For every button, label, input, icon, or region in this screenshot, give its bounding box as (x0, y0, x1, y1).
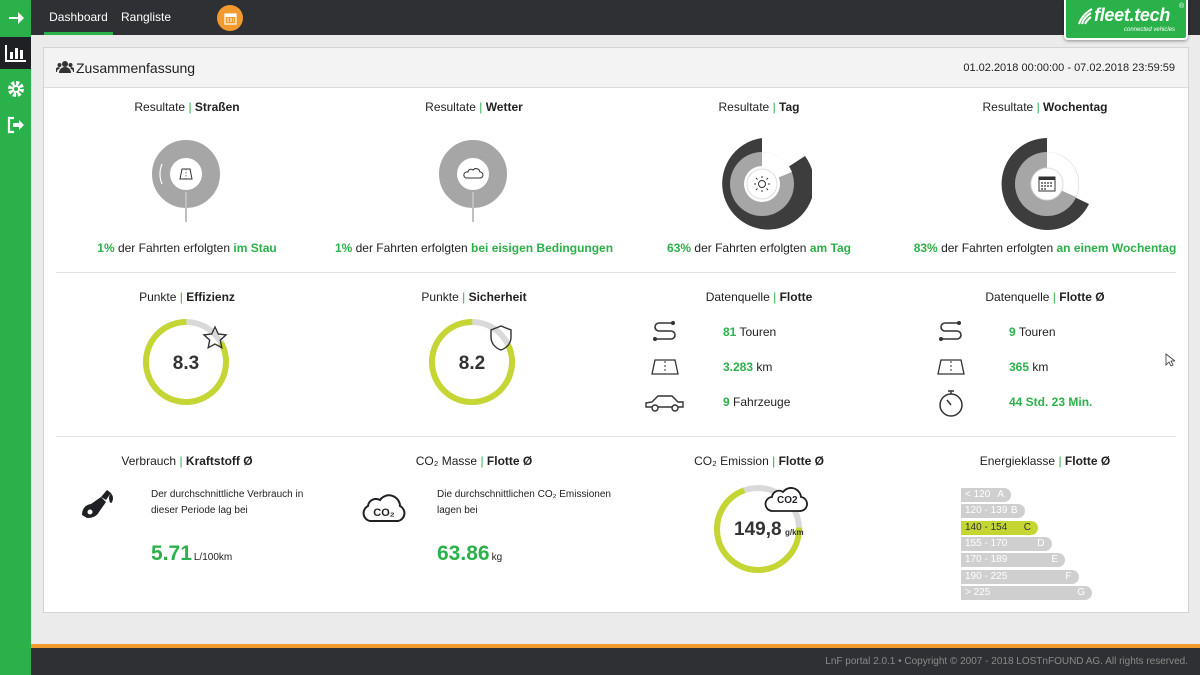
energy-class-b: 120 - 139 B (961, 504, 1025, 519)
energy-class-g: > 225 G (961, 585, 1092, 600)
row-divider (56, 436, 1176, 437)
avg-tours: 9 Touren (1009, 325, 1056, 339)
result-text-wetter: 1% der Fahrten erfolgten bei eisigen Bed… (334, 241, 614, 255)
co2-icon-label: CO2 (777, 495, 798, 506)
sidebar-item-logout[interactable] (0, 109, 31, 141)
road-icon (651, 359, 679, 375)
row-divider (56, 272, 1176, 273)
road-icon (937, 359, 965, 375)
gauge-value-sicherheit: 8.2 (459, 353, 485, 374)
result-text-wochentag: 83% der Fahrten erfolgten an einem Woche… (913, 241, 1177, 255)
fuel-nozzle-icon (82, 490, 113, 518)
card-header: Zusammenfassung 01.02.2018 00:00:00 - 07… (44, 48, 1188, 88)
energy-class-range: 140 - 154 (965, 521, 1008, 533)
widget-title-tag: Resultate | Tag (718, 100, 800, 114)
tab-dashboard[interactable]: Dashboard (44, 0, 113, 35)
stopwatch-icon (939, 390, 963, 417)
users-icon (56, 61, 74, 73)
widget-title-co2-masse: CO₂ Masse | Flotte Ø (415, 454, 533, 468)
energy-class-range: 155 - 170 (965, 537, 1008, 549)
energy-class-letter: B (1010, 505, 1018, 517)
widget-title-datenquelle-avg: Datenquelle | Flotte Ø (985, 290, 1105, 304)
logo-tagline: connected vehicles (1124, 27, 1176, 33)
fleet-tours: 81 Touren (723, 325, 777, 339)
co2-cloud-icon: CO₂ (362, 494, 406, 522)
consumption-description: Der durchschnittliche Verbrauch in diese… (151, 489, 304, 516)
widget-title-energieklasse: Energieklasse | Flotte Ø (979, 454, 1111, 468)
widget-title-wetter: Resultate | Wetter (425, 100, 523, 114)
widget-title-sicherheit: Punkte | Sicherheit (421, 290, 527, 304)
registered-mark: ® (1179, 3, 1185, 10)
star-icon (202, 325, 228, 350)
top-navbar: Dashboard Rangliste (31, 0, 1200, 35)
energy-class-letter: G (1077, 586, 1085, 598)
energy-class-range: 190 - 225 (965, 570, 1008, 582)
summary-card: Zusammenfassung 01.02.2018 00:00:00 - 07… (43, 47, 1189, 613)
sign-out-icon (7, 116, 24, 134)
widget-title-co2-emission: CO₂ Emission | Flotte Ø (694, 454, 824, 468)
donut-tag (722, 137, 812, 230)
energy-class-range: > 225 (965, 586, 991, 598)
energy-class-letter: C (1023, 521, 1031, 533)
gear-icon (7, 81, 24, 97)
gauge-value-effizienz: 8.3 (173, 353, 199, 374)
widget-title-effizienz: Punkte | Effizienz (139, 290, 235, 304)
logo-text: fleet.tech (1094, 5, 1171, 25)
co2-emission-unit: g/km (785, 528, 804, 537)
avg-duration: 44 Std. 23 Min. (1009, 395, 1093, 409)
donut-wochentag (1001, 137, 1094, 230)
donut-strassen (152, 140, 220, 222)
sidebar-item-arrow[interactable] (0, 2, 31, 34)
car-icon (645, 395, 684, 412)
energy-class-range: 120 - 139 (965, 505, 1008, 517)
footer: LnF portal 2.0.1 • Copyright © 2007 - 20… (31, 648, 1200, 675)
energy-class-letter: E (1051, 554, 1058, 566)
fleet-tech-logo: fleet.tech ® connected vehicles (1064, 0, 1188, 40)
energy-class-c: 140 - 154 C (961, 520, 1038, 535)
energy-class-letter: F (1065, 570, 1072, 582)
mouse-cursor (1165, 353, 1177, 372)
fleet-vehicles: 9 Fahrzeuge (723, 395, 791, 409)
sidebar-item-dashboard[interactable] (0, 37, 31, 69)
calendar-icon (223, 12, 237, 25)
energy-class-e: 170 - 189 E (961, 553, 1065, 568)
widget-title-datenquelle: Datenquelle | Flotte (705, 290, 813, 304)
energy-class-letter: D (1037, 537, 1045, 549)
avg-km: 365 km (1009, 360, 1049, 374)
signal-icon (1078, 8, 1093, 25)
energy-class-d: 155 - 170 D (961, 536, 1052, 551)
energy-class-a: < 120 A (961, 488, 1011, 502)
energy-class-range: 170 - 189 (965, 554, 1008, 566)
route-icon (939, 321, 962, 341)
card-title: Zusammenfassung (76, 60, 196, 76)
route-icon (653, 321, 676, 341)
sidebar-item-settings[interactable] (0, 73, 31, 105)
widget-title-wochentag: Resultate | Wochentag (982, 100, 1108, 114)
sidebar (0, 0, 31, 675)
widget-title-verbrauch: Verbrauch | Kraftstoff Ø (121, 454, 253, 468)
date-picker-button[interactable] (217, 5, 243, 31)
shield-icon (490, 325, 512, 351)
energy-class-letter: A (997, 489, 1004, 500)
widget-title-strassen: Resultate | Straßen (134, 100, 240, 114)
co2-emission-value: 149,8 (734, 519, 782, 540)
donut-wetter (439, 140, 507, 222)
copyright-text: LnF portal 2.0.1 • Copyright © 2007 - 20… (825, 656, 1188, 667)
consumption-value: 5.71 L/100km (151, 542, 233, 565)
svg-text:CO₂: CO₂ (373, 507, 395, 519)
bar-chart-icon (4, 45, 26, 62)
date-range: 01.02.2018 00:00:00 - 07.02.2018 23:59:5… (963, 62, 1175, 74)
fleet-km: 3.283 km (723, 360, 773, 374)
result-text-tag: 63% der Fahrten erfolgten am Tag (667, 241, 851, 255)
energy-class-f: 190 - 225 F (961, 569, 1079, 584)
tab-rangliste[interactable]: Rangliste (118, 0, 174, 35)
co2-mass-value: 63.86 kg (437, 542, 503, 565)
co2-mass-description: Die durchschnittlichen CO₂ Emissionen la… (437, 489, 611, 516)
arrow-right-icon (8, 12, 24, 24)
result-text-strassen: 1% der Fahrten erfolgten im Stau (97, 241, 277, 255)
energy-class-range: < 120 (965, 489, 991, 500)
